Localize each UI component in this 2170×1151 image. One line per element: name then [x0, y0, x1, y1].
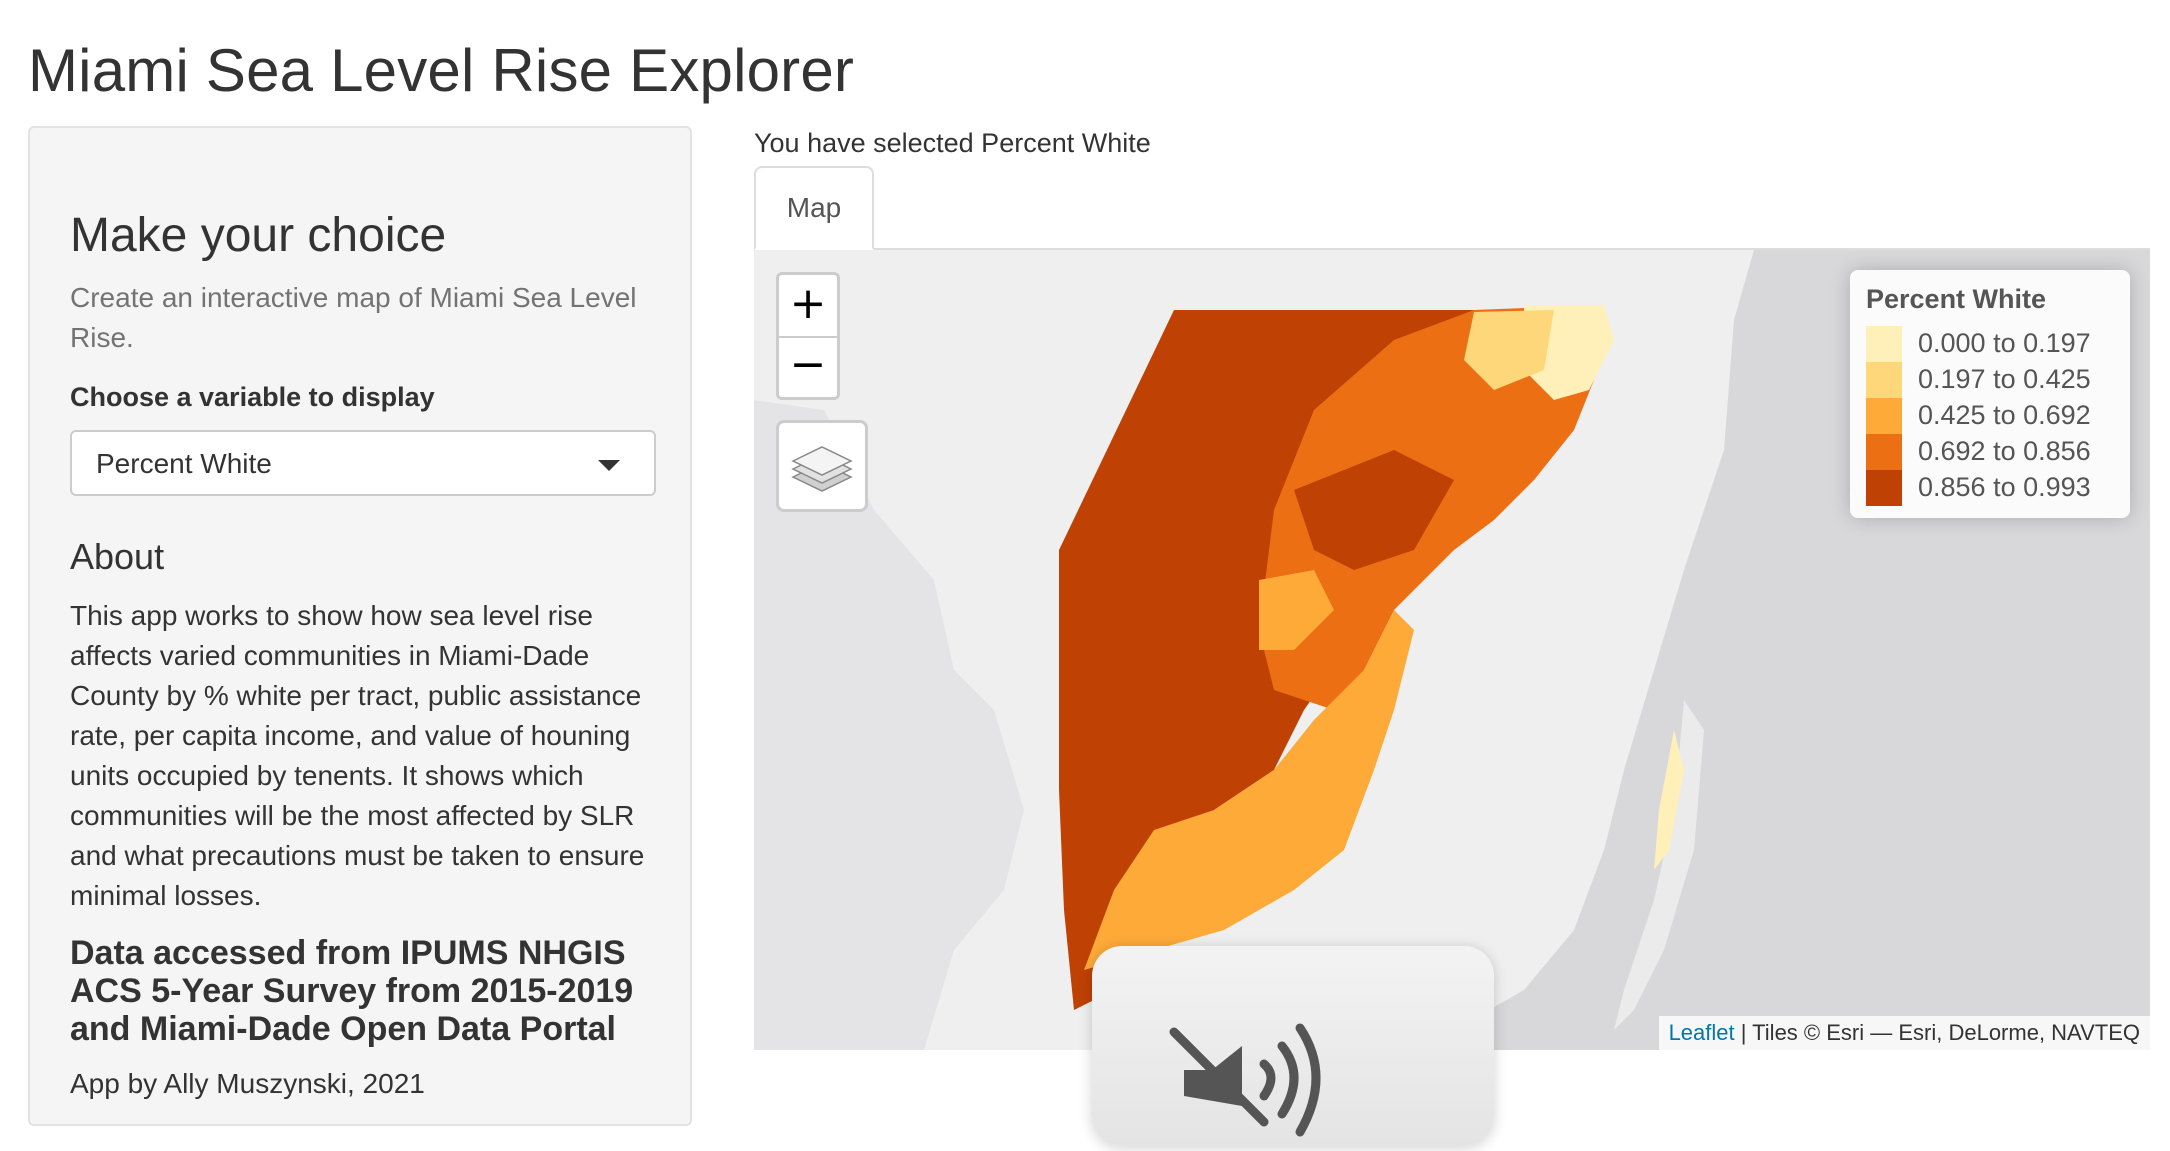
sidebar-help-text: Create an interactive map of Miami Sea L… — [70, 282, 637, 353]
legend-label: 0.197 to 0.425 — [1918, 364, 2091, 394]
legend-swatch — [1866, 470, 1902, 506]
legend-swatch — [1866, 398, 1902, 434]
variable-select[interactable]: Percent White — [70, 430, 656, 496]
map-legend: Percent White 0.000 to 0.197 0.197 to 0.… — [1850, 270, 2130, 518]
map-container[interactable]: + − Percent White 0.000 to 0.197 0.197 t… — [754, 250, 2150, 1050]
legend-label: 0.692 to 0.856 — [1918, 436, 2091, 466]
sidebar-panel: Make your choice Create an interactive m… — [28, 126, 692, 1126]
tab-map[interactable]: Map — [754, 166, 874, 250]
legend-swatch — [1866, 362, 1902, 398]
about-heading: About — [70, 536, 165, 577]
app-title: Miami Sea Level Rise Explorer — [28, 37, 855, 104]
legend-label: 0.856 to 0.993 — [1918, 472, 2091, 502]
variable-select-value: Percent White — [96, 448, 272, 479]
app-credit: App by Ally Muszynski, 2021 — [70, 1068, 425, 1099]
layers-icon — [791, 446, 853, 492]
mute-indicator-overlay — [1092, 946, 1494, 1146]
selected-variable-text: You have selected Percent White — [754, 128, 1151, 158]
zoom-control: + − — [776, 272, 840, 400]
zoom-in-button[interactable]: + — [779, 275, 837, 338]
legend-title: Percent White — [1866, 284, 2047, 314]
legend-label: 0.425 to 0.692 — [1918, 400, 2091, 430]
layers-control-button[interactable] — [776, 420, 868, 512]
tiles-attribution-text: | Tiles © Esri — Esri, DeLorme, NAVTEQ — [1734, 1020, 2140, 1045]
variable-select-label: Choose a variable to display — [70, 382, 435, 412]
about-text: This app works to show how sea level ris… — [70, 600, 645, 911]
tab-map-label: Map — [786, 192, 842, 223]
legend-swatch — [1866, 326, 1902, 362]
leaflet-link[interactable]: Leaflet — [1669, 1020, 1735, 1045]
legend-swatch — [1866, 434, 1902, 470]
zoom-out-button[interactable]: − — [779, 336, 837, 397]
sidebar-heading: Make your choice — [70, 209, 447, 262]
data-source-heading: Data accessed from IPUMS NHGIS ACS 5-Yea… — [70, 934, 634, 1048]
chevron-down-icon — [598, 460, 620, 471]
speaker-muted-icon — [1169, 1023, 1321, 1137]
map-attribution: Leaflet | Tiles © Esri — Esri, DeLorme, … — [1658, 1016, 2150, 1050]
legend-label: 0.000 to 0.197 — [1918, 328, 2091, 358]
